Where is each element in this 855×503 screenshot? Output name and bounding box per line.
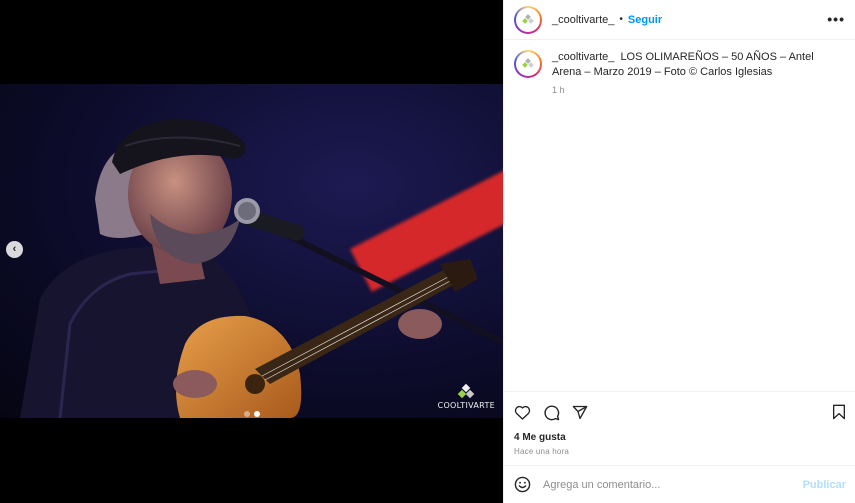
- watermark-text: COOLTIVARTE: [437, 401, 495, 410]
- cooltivarte-logo-icon: [458, 383, 475, 399]
- singer-illustration: [20, 119, 503, 418]
- emoji-button[interactable]: [514, 476, 531, 493]
- carousel-indicator: [243, 411, 260, 417]
- caption-timestamp[interactable]: 1 h: [552, 85, 822, 95]
- post-media: COOLTIVARTE ‹: [0, 0, 503, 503]
- post-time[interactable]: Hace una hora: [514, 447, 846, 456]
- heart-icon: [514, 405, 531, 420]
- post-actions: 4 Me gusta Hace una hora: [504, 391, 855, 456]
- more-options-icon[interactable]: •••: [827, 12, 845, 26]
- share-icon: [572, 405, 588, 419]
- comment-icon: [544, 405, 560, 420]
- emoji-icon: [514, 476, 531, 493]
- bookmark-icon: [833, 404, 845, 420]
- comment-bar: Publicar: [504, 465, 855, 503]
- watermark: COOLTIVARTE: [437, 383, 495, 410]
- comment-input[interactable]: [543, 478, 803, 491]
- cooltivarte-logo-icon: [522, 58, 534, 69]
- separator-dot: •: [619, 14, 623, 25]
- post-caption: _cooltivarte_ LOS OLIMAREÑOS – 50 AÑOS –…: [504, 40, 855, 95]
- chevron-left-icon: ‹: [12, 243, 17, 255]
- post-photo[interactable]: COOLTIVARTE: [0, 84, 503, 418]
- caption-username-link[interactable]: _cooltivarte_: [552, 51, 614, 63]
- like-button[interactable]: [514, 405, 531, 420]
- share-button[interactable]: [572, 405, 588, 420]
- carousel-prev-button[interactable]: ‹: [6, 241, 23, 258]
- post-sidebar: _cooltivarte_ • Seguir ••• _cooltivarte_…: [503, 0, 855, 503]
- avatar[interactable]: [514, 5, 542, 34]
- avatar[interactable]: [514, 50, 542, 78]
- header-username-link[interactable]: _cooltivarte_: [552, 14, 614, 26]
- publish-button[interactable]: Publicar: [803, 479, 846, 491]
- save-button[interactable]: [832, 404, 846, 420]
- likes-count[interactable]: 4 Me gusta: [514, 432, 846, 443]
- caption-text: _cooltivarte_ LOS OLIMAREÑOS – 50 AÑOS –…: [552, 50, 822, 80]
- comment-button[interactable]: [543, 404, 560, 421]
- post-header: _cooltivarte_ • Seguir •••: [504, 0, 855, 40]
- cooltivarte-logo-icon: [522, 13, 534, 25]
- carousel-dot: [243, 411, 250, 417]
- carousel-dot: [253, 411, 260, 417]
- follow-button[interactable]: Seguir: [628, 14, 662, 26]
